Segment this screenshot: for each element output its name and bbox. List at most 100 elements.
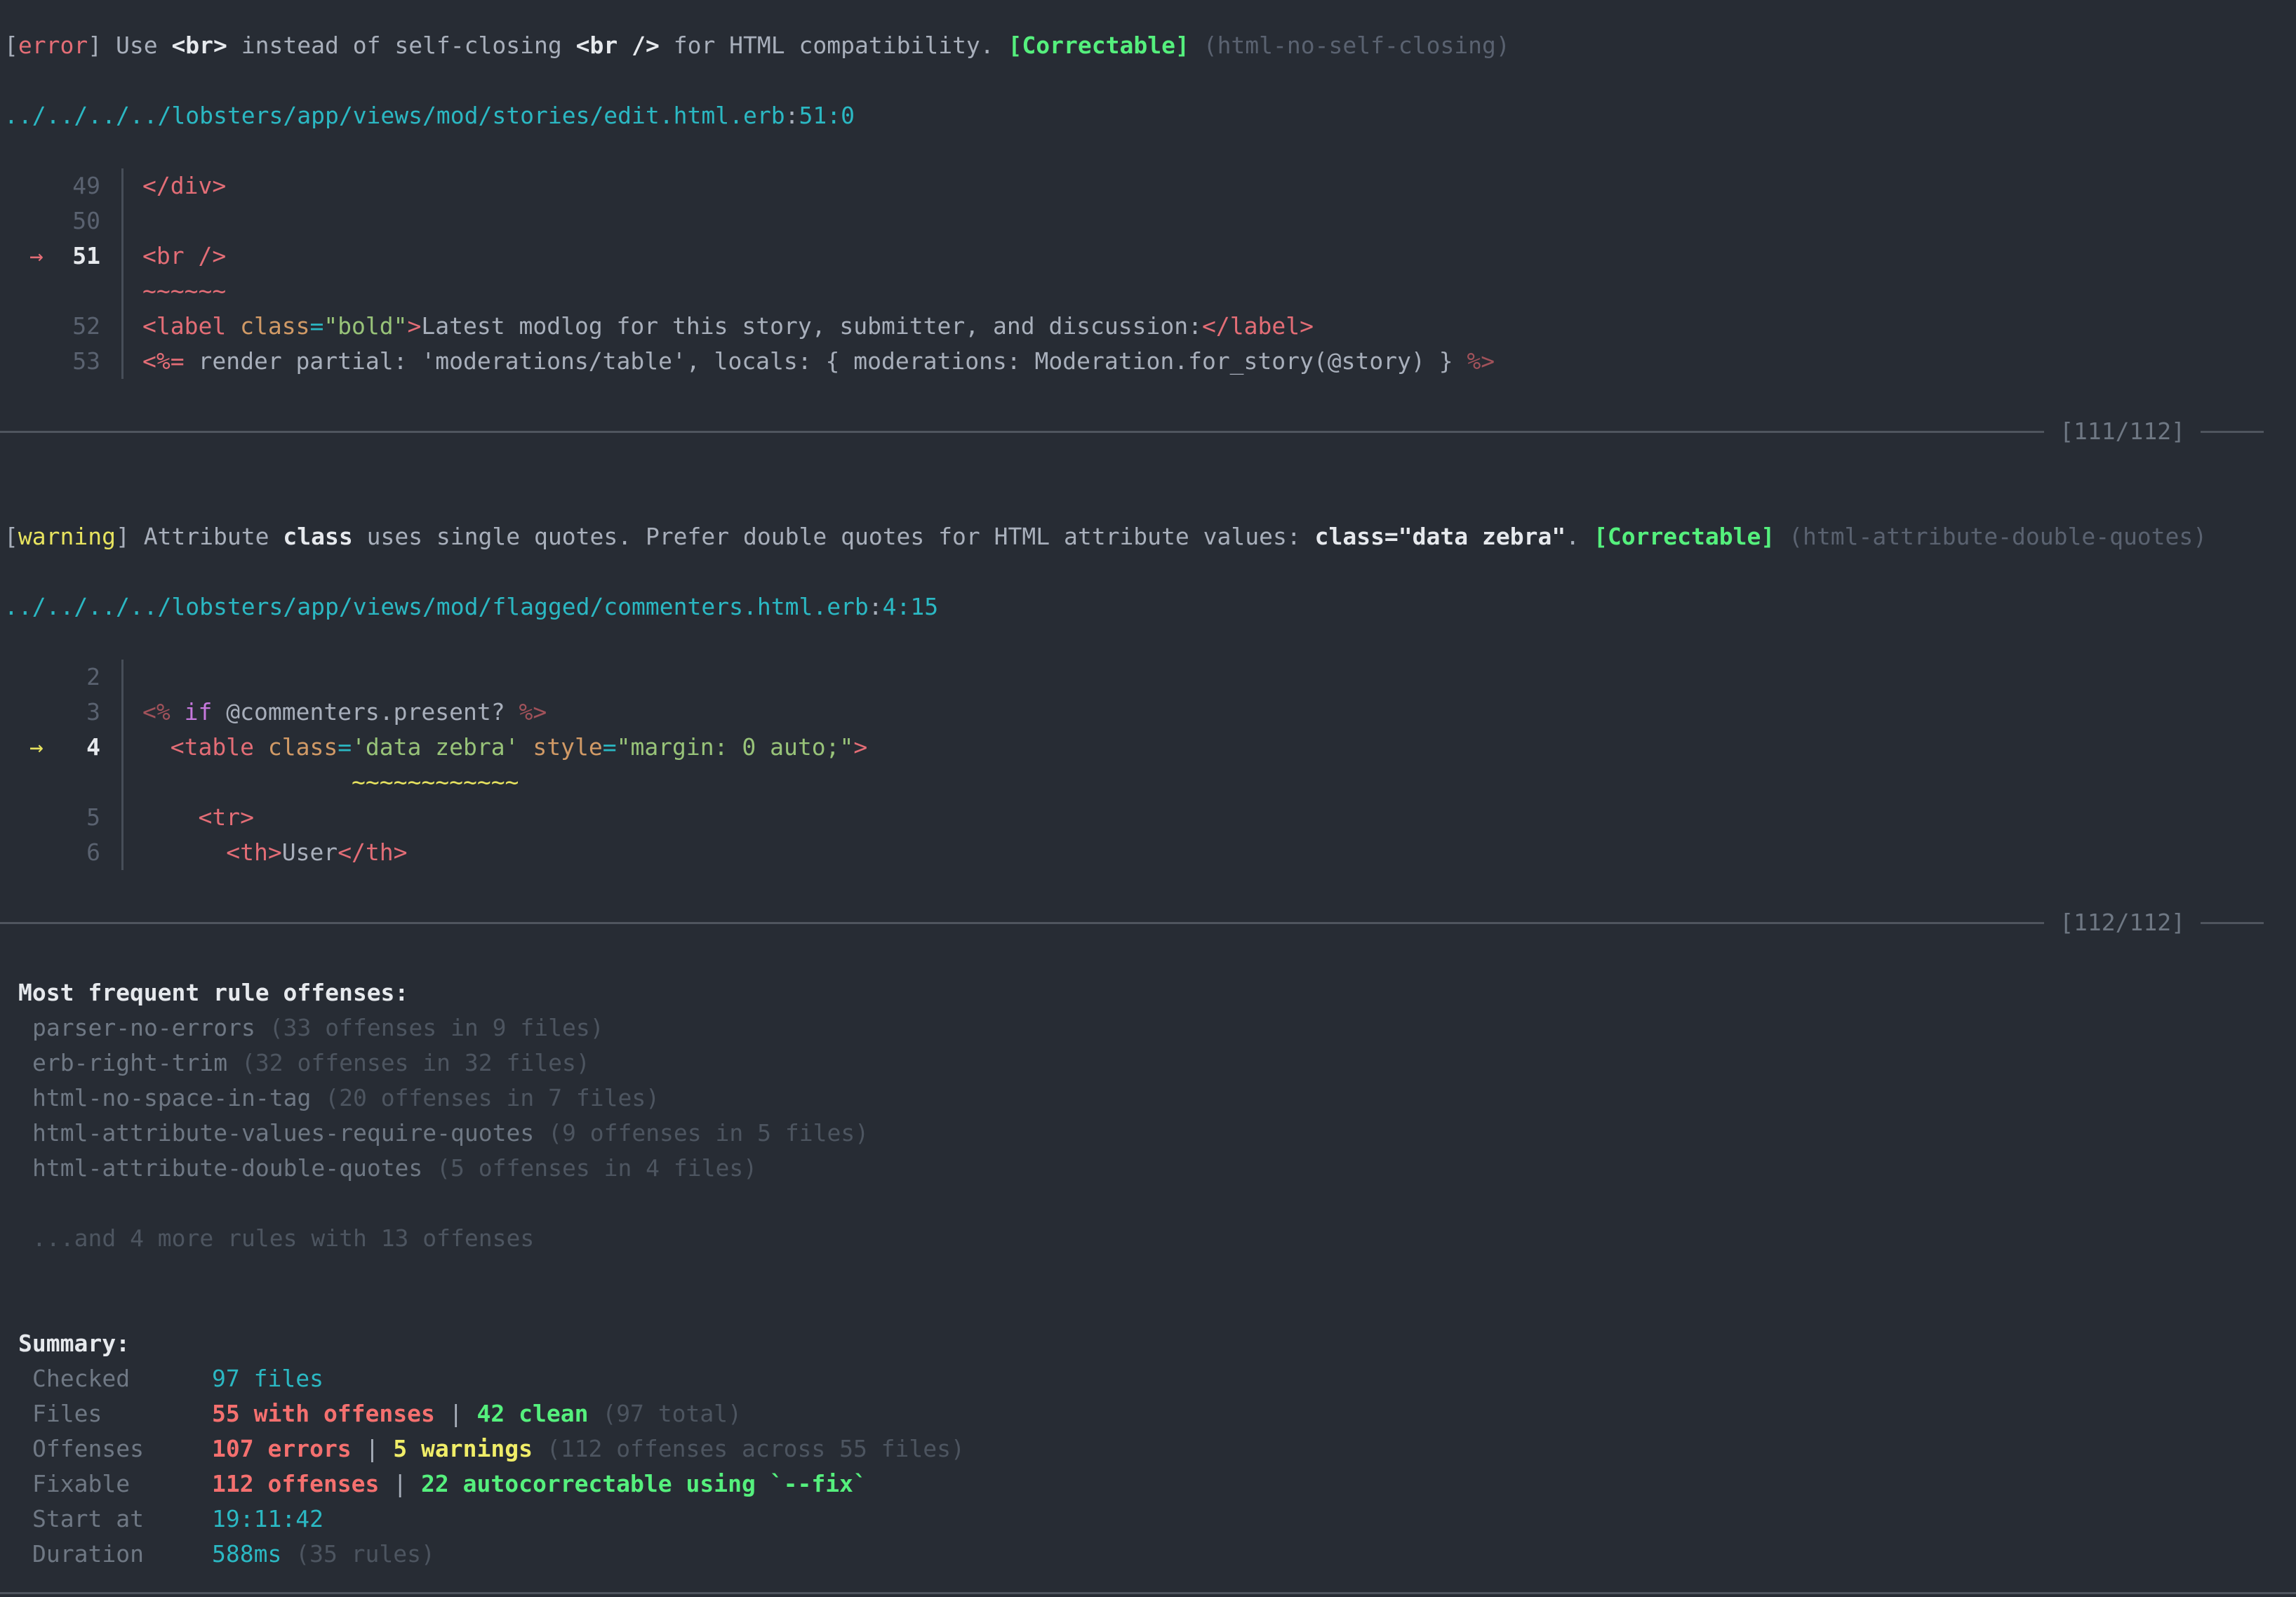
progress-counter: [111/112] [2060,414,2185,449]
text-segment: = [338,733,352,761]
summary-label: Fixable [32,1466,212,1502]
text-segment [142,768,352,796]
squiggle-underline: ~~~~~~ [124,274,226,309]
summary-row-duration: Duration 588ms (35 rules) [0,1537,2296,1572]
squiggle-underline: ~~~~~~~~~~~~ [124,765,519,800]
text-segment: 'data zebra' [352,733,519,761]
text-segment: | [352,1435,394,1462]
blank-line [0,1291,2296,1326]
text-segment: html-attribute-double-quotes [32,1154,422,1182]
text-segment: (html-attribute-double-quotes) [1775,523,2207,550]
text-segment: | [379,1470,421,1497]
code-text: <% if @commenters.present? %> [124,695,547,730]
rule-offense-line: parser-no-errors (33 offenses in 9 files… [0,1010,2296,1045]
code-line: 53 <%= render partial: 'moderations/tabl… [0,344,2296,379]
line-gutter: 2 [4,660,124,695]
summary-label: Files [32,1396,212,1431]
text-segment: (112 offenses across 55 files) [533,1435,965,1462]
code-line: 3 <% if @commenters.present? %> [0,695,2296,730]
blank-line [0,554,2296,589]
text-segment: (35 rules) [281,1540,435,1568]
rule-offense-line: html-attribute-double-quotes (5 offenses… [0,1151,2296,1186]
bottom-divider-line [0,1592,2296,1594]
code-snippet: 2 3 <% if @commenters.present? %> →4 <ta… [0,660,2296,870]
text-segment: html-attribute-values-require-quotes [32,1119,534,1147]
divider-line [0,922,2044,924]
rule-offense-line: html-no-space-in-tag (20 offenses in 7 f… [0,1081,2296,1116]
code-line: 50 [0,203,2296,239]
code-text [124,203,142,239]
text-segment: 112 offenses [212,1470,379,1497]
text-segment: ] Attribute [116,523,283,550]
text-segment: = [603,733,617,761]
text-segment: 5 [86,800,100,835]
code-text: <br /> [124,239,226,274]
text-segment: "bold" [323,312,407,340]
text-segment: 50 [72,203,100,239]
summary-row-fixable: Fixable 112 offenses | 22 autocorrectabl… [0,1466,2296,1502]
text-segment: 51:0 [799,102,854,129]
text-segment: 51 [72,239,100,274]
summary-section: Summary: Checked 97 files Files 55 with … [0,1326,2296,1572]
text-segment: 49 [72,168,100,203]
text-segment: ../../../../lobsters/app/views/mod/flagg… [4,593,869,620]
offense-block-warning: [warning] Attribute class uses single qu… [0,519,2296,975]
text-segment: 4 [86,730,100,765]
rule-offense-line: erb-right-trim (32 offenses in 32 files) [0,1045,2296,1081]
text-segment: <table [171,733,254,761]
text-segment: User [282,838,338,866]
text-segment: erb-right-trim [32,1049,227,1076]
blank-line [0,1186,2296,1221]
summary-row-start-at: Start at 19:11:42 [0,1502,2296,1537]
text-segment: (html-no-self-closing) [1189,32,1510,59]
text-segment: error [18,32,88,59]
text-segment: </label> [1202,312,1314,340]
text-segment: [ [4,523,18,550]
text-segment: <label [142,312,226,340]
text-segment: 107 errors [212,1435,352,1462]
blank-line [0,624,2296,660]
text-segment: ~~~~~~ [142,277,226,305]
rule-offenses-section: Most frequent rule offenses: parser-no-e… [0,975,2296,1326]
text-segment: 5 warnings [393,1435,533,1462]
text-segment: | [435,1400,477,1427]
file-location-line: ../../../../lobsters/app/views/mod/stori… [0,98,2296,133]
text-segment: %> [519,698,547,726]
blank-line [0,1256,2296,1291]
text-segment: (5 offenses in 4 files) [422,1154,757,1182]
text-segment: ~~~~~~~~~~~~ [352,768,519,796]
text-segment [142,733,171,761]
text-segment: : [785,102,799,129]
text-segment: [ [4,32,18,59]
text-segment: : [869,593,883,620]
summary-label: Checked [32,1361,212,1396]
text-segment: 3 [86,695,100,730]
file-location-line: ../../../../lobsters/app/views/mod/flagg… [0,589,2296,624]
text-segment: class [268,733,338,761]
text-segment: style [533,733,602,761]
text-segment: 22 autocorrectable using `--fix` [421,1470,867,1497]
code-text: <th>User</th> [124,835,408,870]
text-segment: <br /> [142,242,226,269]
text-segment: 55 with offenses [212,1400,435,1427]
progress-divider: [112/112] [0,905,2296,940]
text-segment [254,733,268,761]
code-line-highlighted: →4 <table class='data zebra' style="marg… [0,730,2296,765]
divider-line [2201,922,2264,924]
warning-message-line: [warning] Attribute class uses single qu… [0,519,2296,554]
text-segment: class="data zebra" [1315,523,1566,550]
text-segment: 52 [72,309,100,344]
line-gutter [4,274,124,309]
summary-value: 107 errors | 5 warnings (112 offenses ac… [212,1431,965,1466]
text-segment: html-no-space-in-tag [32,1084,311,1111]
text-segment: if [185,698,213,726]
text-segment: → [29,239,44,274]
text-segment: class [283,523,352,550]
text-segment: <tr> [198,803,253,831]
text-segment: "margin: 0 auto;" [617,733,854,761]
text-segment [519,733,533,761]
text-segment: 588ms [212,1540,281,1568]
summary-row-offenses: Offenses 107 errors | 5 warnings (112 of… [0,1431,2296,1466]
text-segment: (32 offenses in 32 files) [227,1049,590,1076]
text-segment: parser-no-errors [32,1014,255,1041]
